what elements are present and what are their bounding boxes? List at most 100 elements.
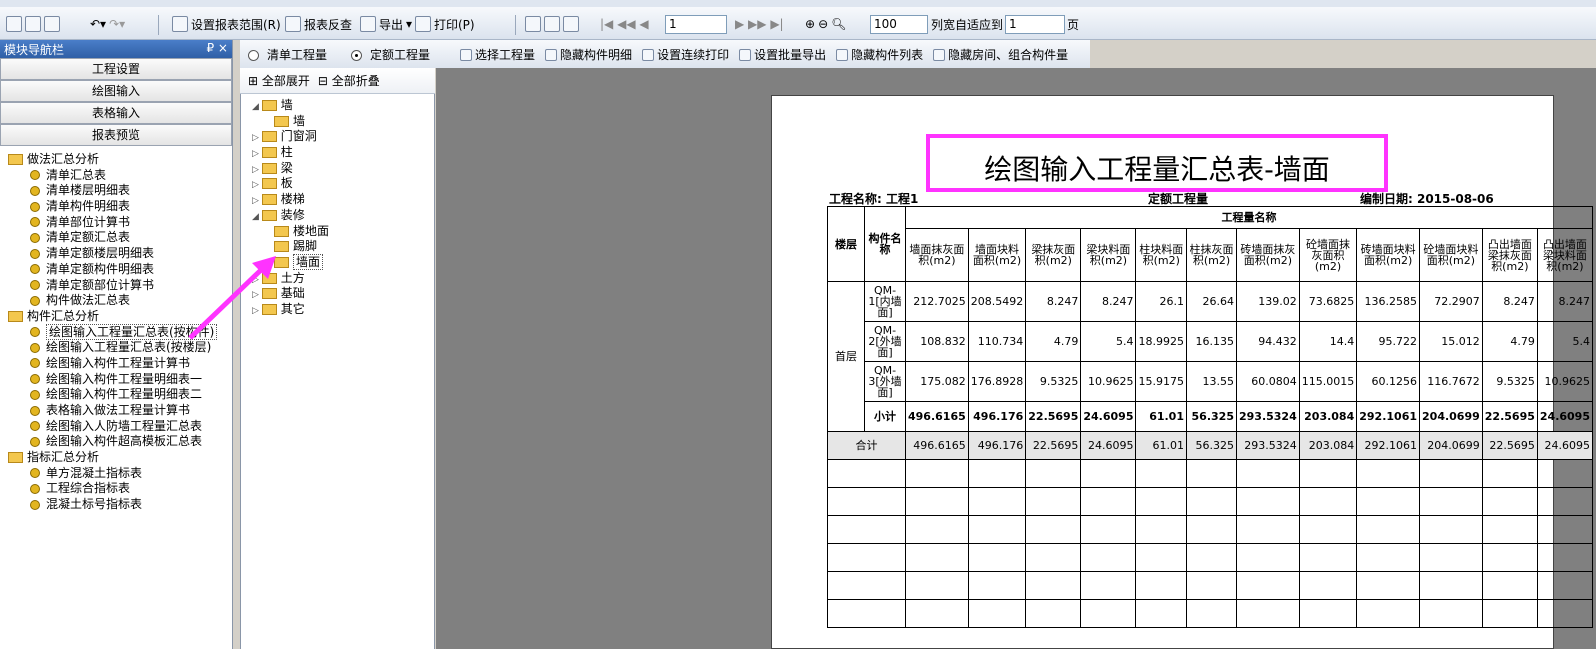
collapse-icon[interactable]: ◢ [252,212,262,222]
component-node[interactable]: 踢脚 [248,239,433,255]
report-item[interactable]: 清单楼层明细表 [0,183,232,199]
undo-icon[interactable]: ↶▾ [90,17,106,31]
report-item[interactable]: 绘图输入构件超高模板汇总表 [0,434,232,450]
report-action-button[interactable]: 设置批量导出 [739,46,826,63]
report-item[interactable]: 清单部位计算书 [0,215,232,231]
nav-button[interactable]: 表格输入 [0,102,232,124]
component-node[interactable]: ▷ 土方 [248,271,433,287]
report-item[interactable]: 清单构件明细表 [0,199,232,215]
component-node[interactable]: ▷ 梁 [248,161,433,177]
component-node[interactable]: 楼地面 [248,224,433,240]
recheck-button[interactable]: 报表反查 [285,13,352,35]
report-action-button[interactable]: 设置连续打印 [642,46,729,63]
expand-icon[interactable]: ▷ [252,306,262,316]
report-item[interactable]: 绘图输入工程量汇总表(按楼层) [0,340,232,356]
report-action-button[interactable]: 选择工程量 [460,46,535,63]
component-node[interactable]: ▷ 楼梯 [248,192,433,208]
action-icon [836,49,849,61]
collapse-icon[interactable]: ◢ [252,102,262,112]
nav-button[interactable]: 绘图输入 [0,80,232,102]
report-item[interactable]: 清单定额楼层明细表 [0,246,232,262]
tree-folder[interactable]: 指标汇总分析 [0,450,232,466]
report-table: 楼层 构件名称 工程量名称 墙面抹灰面积(m2) 墙面块料面积(m2) 梁抹灰面积(m2)… [827,206,1594,628]
component-node[interactable]: ◢ 装修 [248,208,433,224]
empty-cell [1025,487,1082,516]
report-item[interactable]: 绘图输入工程量汇总表(按构件) [0,323,232,341]
component-node[interactable]: ◢ 墙 [248,98,433,114]
zoom-out-icon[interactable]: ⊖ [818,17,828,31]
radio-bill[interactable]: 清单工程量 [248,46,327,63]
single-page-icon[interactable] [525,16,541,32]
report-item[interactable]: 清单汇总表 [0,168,232,184]
report-item[interactable]: 清单定额汇总表 [0,230,232,246]
component-node[interactable]: 墙 [248,114,433,130]
empty-cell [1135,571,1187,600]
report-item[interactable]: 单方混凝土指标表 [0,466,232,482]
expand-icon[interactable]: ▷ [252,133,262,143]
fit-input[interactable]: 1 [1005,15,1065,34]
multi-page-icon[interactable] [563,16,579,32]
expand-bar: ⊞ 全部展开 ⊟ 全部折叠 [240,68,435,94]
report-item[interactable]: 表格输入做法工程量计算书 [0,403,232,419]
empty-cell [905,599,969,628]
report-item[interactable]: 绘图输入人防墙工程量汇总表 [0,419,232,435]
new-file-icon[interactable] [6,16,22,32]
collapse-all-button[interactable]: ⊟ 全部折叠 [318,72,380,89]
main-toolbar: ↶▾ ↷▾ 设置报表范围(R) 报表反查 导出 ▾ 打印(P) |◀ ◀◀ ◀ 1… [0,7,1596,40]
first-page-icon[interactable]: |◀ ◀◀ ◀ [600,13,649,35]
component-node[interactable]: ▷ 板 [248,176,433,192]
nav-button[interactable]: 工程设置 [0,58,232,80]
expand-icon[interactable]: ▷ [252,196,262,206]
report-item[interactable]: 混凝土标号指标表 [0,497,232,513]
report-item[interactable]: 清单定额构件明细表 [0,262,232,278]
page-unit: 页 [1067,17,1080,32]
magnify-icon[interactable]: 🔍︎ [831,17,846,31]
print-button[interactable]: 打印(P) [415,13,475,35]
report-action-button[interactable]: 隐藏房间、组合构件量 [933,46,1068,63]
page-input[interactable]: 1 [665,15,727,34]
report-item[interactable]: 构件做法汇总表 [0,293,232,309]
two-page-icon[interactable] [544,16,560,32]
report-action-button[interactable]: 隐藏构件列表 [836,46,923,63]
report-item[interactable]: 绘图输入构件工程量明细表二 [0,387,232,403]
report-item[interactable]: 绘图输入构件工程量明细表一 [0,372,232,388]
subtotal-cell: 22.5695 [1025,401,1082,432]
expand-icon[interactable]: ▷ [252,165,262,175]
zoom-in-icon[interactable]: ⊕ [805,17,815,31]
range-button[interactable]: 设置报表范围(R) [172,13,281,35]
report-item[interactable]: 清单定额部位计算书 [0,278,232,294]
expand-icon[interactable]: ▷ [252,149,262,159]
expand-icon[interactable]: ▷ [252,290,262,300]
component-node[interactable]: ▷ 柱 [248,145,433,161]
radio-quota[interactable]: 定额工程量 [351,46,430,63]
open-folder-icon[interactable] [25,16,41,32]
zoom-tools: ⊕ ⊖ 🔍︎ [805,13,846,35]
value-cell: 9.5325 [1025,361,1082,402]
expand-icon[interactable]: ▷ [252,180,262,190]
tree-folder[interactable]: 构件汇总分析 [0,309,232,325]
collapse-all-label: 全部折叠 [331,74,380,88]
component-node[interactable]: ▷ 其它 [248,302,433,318]
empty-cell [1356,543,1421,572]
report-action-button[interactable]: 隐藏构件明细 [545,46,632,63]
zoom-select[interactable]: 100 [870,15,928,34]
component-node[interactable]: 墙面 [248,253,433,271]
component-label: 基础 [280,286,305,301]
report-item[interactable]: 绘图输入构件工程量计算书 [0,356,232,372]
export-button[interactable]: 导出 ▾ [360,13,412,35]
next-page-icon[interactable]: ▶ ▶▶ ▶| [735,13,784,35]
redo-icon[interactable]: ↷▾ [109,17,125,31]
save-icon[interactable] [44,16,60,32]
expand-icon[interactable]: ▷ [252,275,262,285]
range-icon [172,16,188,32]
nav-button[interactable]: 报表预览 [0,124,232,146]
report-item[interactable]: 工程综合指标表 [0,481,232,497]
value-cell: 18.9925 [1135,321,1187,362]
tree-folder[interactable]: 做法汇总分析 [0,152,232,168]
expand-all-button[interactable]: ⊞ 全部展开 [248,72,310,89]
pin-close-icon[interactable]: ₽ × [206,41,228,57]
empty-row [827,487,1594,516]
empty-cell [905,515,969,544]
component-node[interactable]: ▷ 门窗洞 [248,129,433,145]
component-node[interactable]: ▷ 基础 [248,286,433,302]
